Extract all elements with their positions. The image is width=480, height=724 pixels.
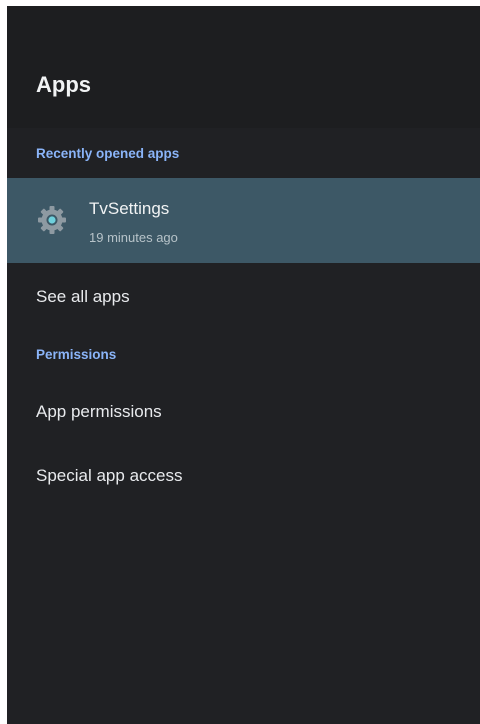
gear-icon [35, 203, 69, 237]
recent-app-item-tvsettings[interactable]: TvSettings 19 minutes ago [7, 178, 480, 263]
app-name: TvSettings [89, 199, 170, 218]
section-label-recent: Recently opened apps [36, 146, 180, 161]
section-label-permissions: Permissions [36, 347, 117, 362]
app-last-opened: 19 minutes ago [89, 230, 178, 245]
page-title: Apps [36, 72, 91, 97]
see-all-apps-item[interactable]: See all apps [36, 287, 130, 307]
settings-panel: Apps Recently opened apps TvSettings 19 … [7, 6, 480, 724]
special-app-access-item[interactable]: Special app access [36, 466, 182, 486]
panel-header: Apps [7, 6, 480, 128]
app-permissions-item[interactable]: App permissions [36, 402, 162, 422]
